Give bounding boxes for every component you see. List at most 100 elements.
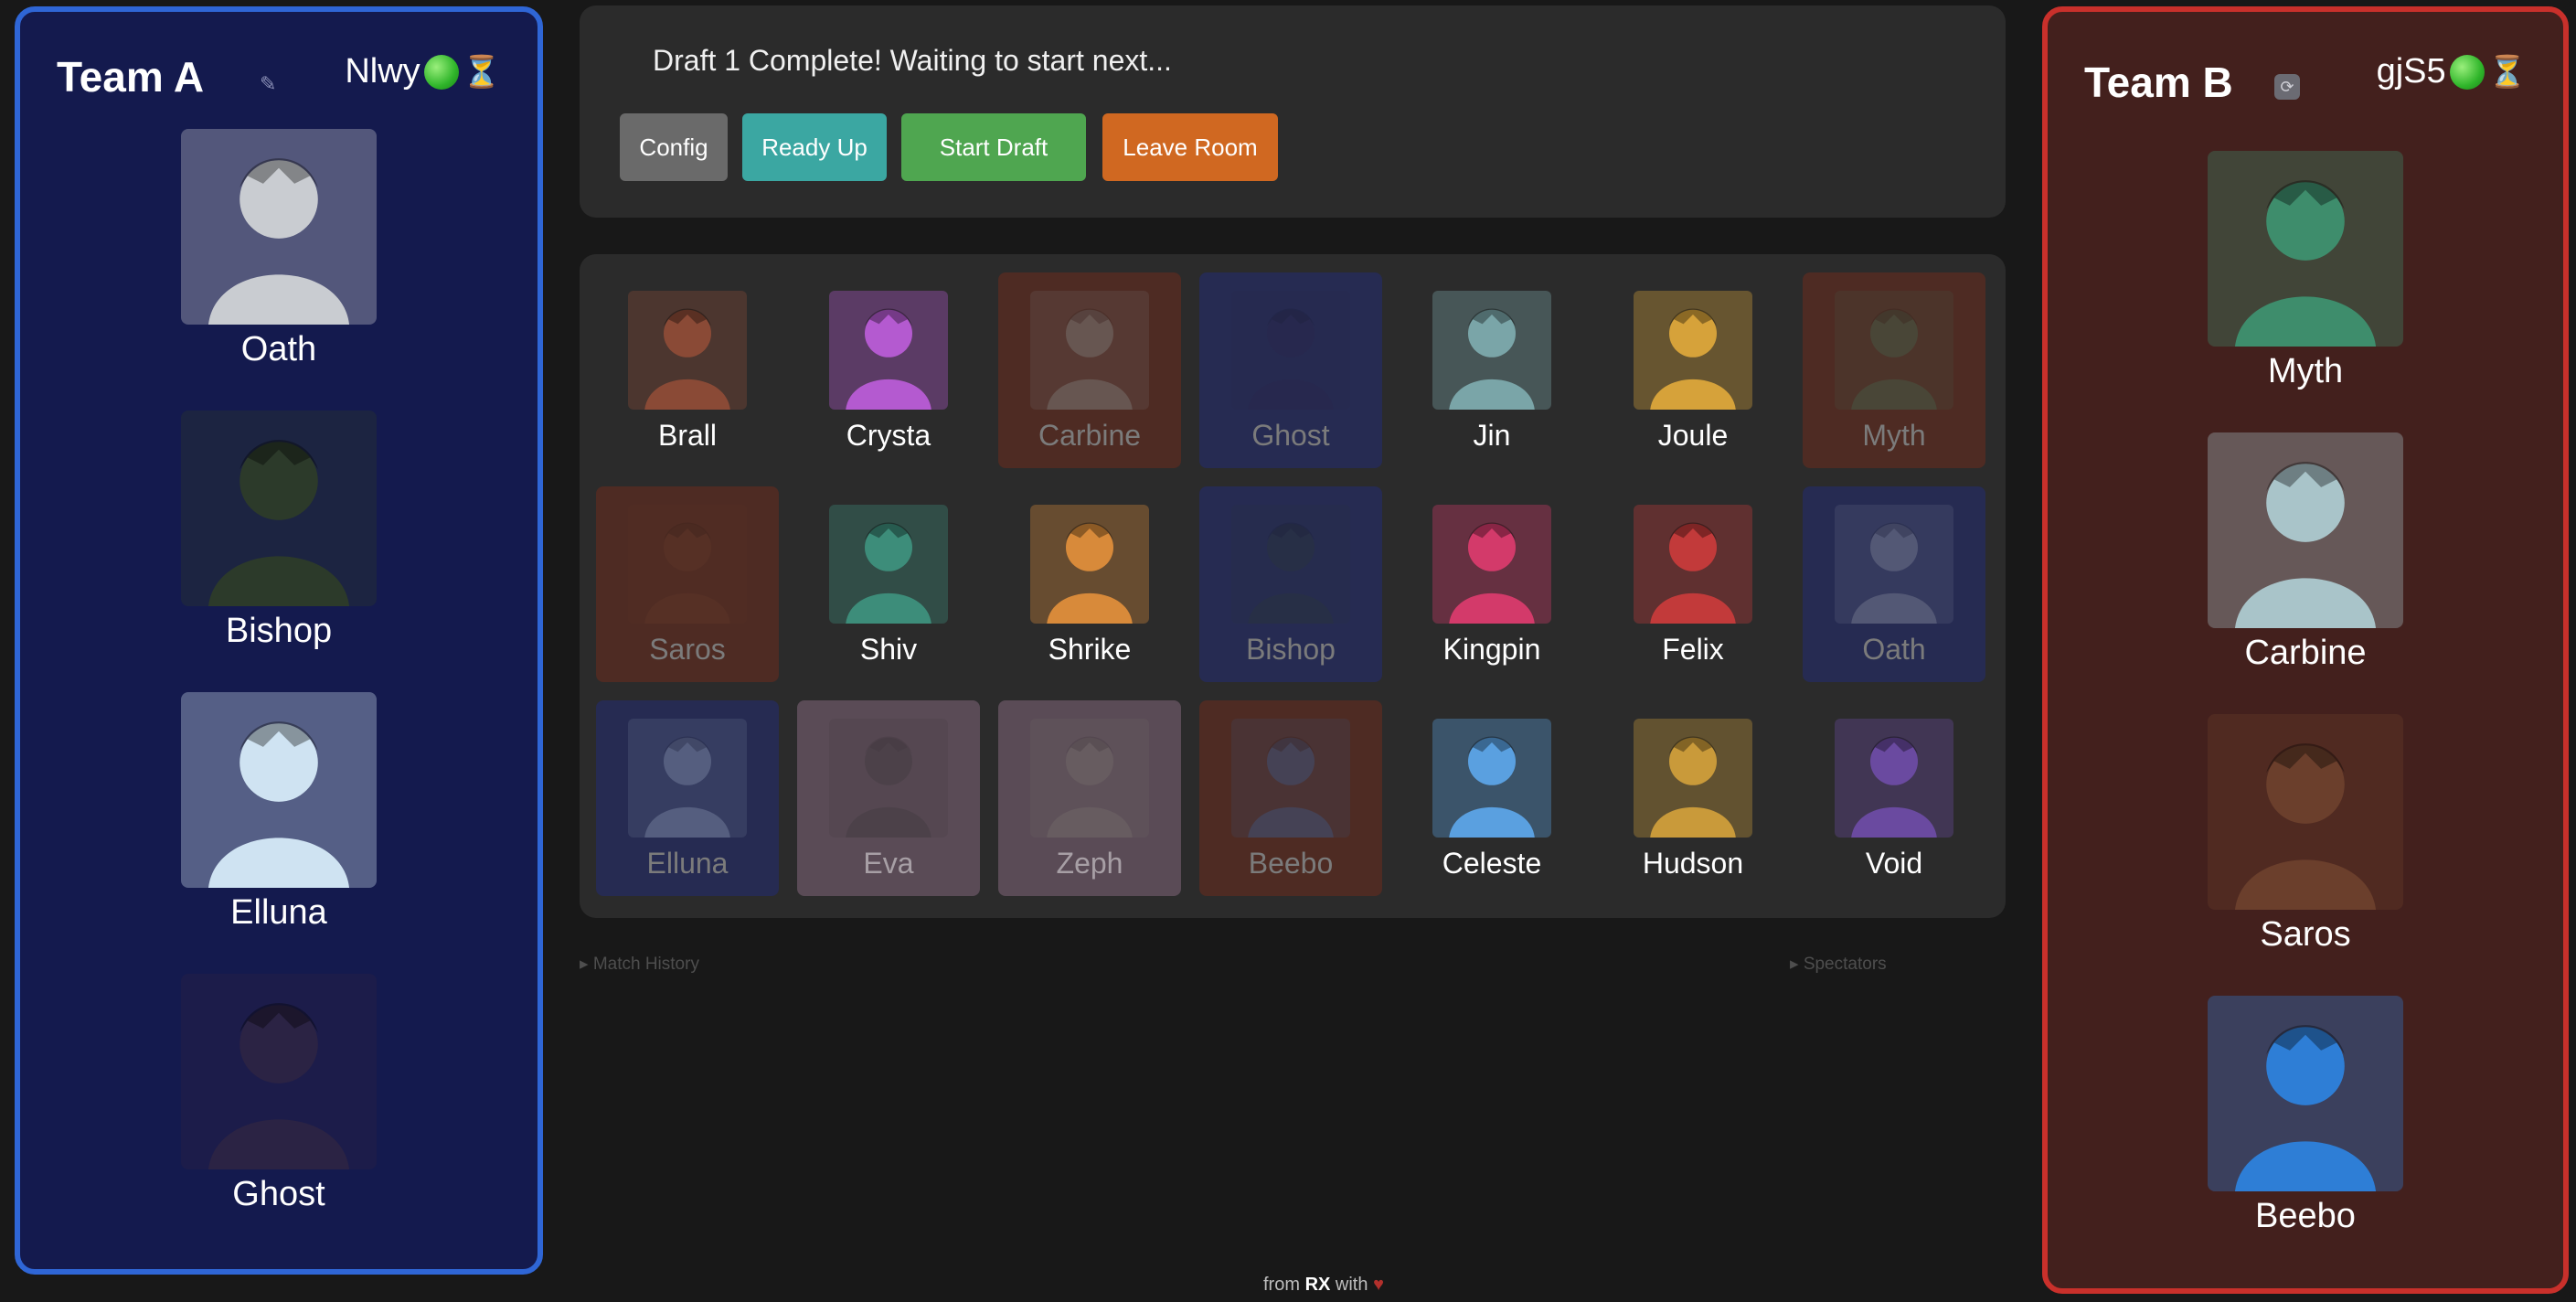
hero-name: Myth [1862,419,1926,452]
hero-portrait [829,505,948,624]
heart-icon: ♥ [1373,1275,1384,1295]
hero-tile-beebo[interactable]: Beebo [1199,700,1382,896]
hero-portrait [1432,291,1551,410]
footer-suffix: with [1335,1275,1368,1295]
hero-name: Carbine [1038,419,1142,452]
green-dot-icon [2449,54,2485,90]
hero-name: Shrike [1048,633,1132,666]
ready-up-button[interactable]: Ready Up [742,113,887,181]
hero-tile-void[interactable]: Void [1803,700,1985,896]
pick-name: Carbine [2244,634,2367,672]
hero-tile-carbine[interactable]: Carbine [998,272,1181,468]
hero-name: Bishop [1246,633,1336,666]
hero-name: Kingpin [1442,633,1541,666]
start-draft-button[interactable]: Start Draft [901,113,1086,181]
team-b-user: gjS5 ⏳ [2377,52,2527,91]
hero-name: Crysta [846,419,931,452]
hero-portrait [829,719,948,838]
team-a-header: Team A ✎ Nlwy ⏳ [57,52,501,116]
hero-portrait [1231,719,1350,838]
hero-name: Zeph [1056,847,1123,880]
team-b-panel: Team B ⟳ gjS5 ⏳ Myth Carbine Saros Beebo [2042,6,2569,1294]
hero-portrait [1231,505,1350,624]
hero-portrait [1231,291,1350,410]
hero-tile-oath[interactable]: Oath [1803,486,1985,682]
team-b-username: gjS5 [2376,52,2446,91]
hero-portrait [1835,291,1953,410]
hero-portrait [181,411,377,606]
hero-name: Saros [649,633,726,666]
hero-tile-eva[interactable]: Eva [797,700,980,896]
team-a-panel: Team A ✎ Nlwy ⏳ Oath Bishop Elluna Ghost [15,6,543,1275]
hero-portrait [628,291,747,410]
hero-name: Hudson [1642,847,1744,880]
hourglass-icon: ⏳ [462,54,501,90]
pick-name: Elluna [230,893,327,932]
team-a-pick: Ghost [142,974,416,1214]
hero-tile-crysta[interactable]: Crysta [797,272,980,468]
hero-portrait [1634,719,1752,838]
hero-tile-zeph[interactable]: Zeph [998,700,1181,896]
hero-tile-hudson[interactable]: Hudson [1602,700,1784,896]
hero-tile-shiv[interactable]: Shiv [797,486,980,682]
hero-tile-celeste[interactable]: Celeste [1400,700,1583,896]
hero-tile-brall[interactable]: Brall [596,272,779,468]
draft-status-text: Draft 1 Complete! Waiting to start next.… [653,44,1172,77]
hero-name: Eva [863,847,914,880]
hero-tile-bishop[interactable]: Bishop [1199,486,1382,682]
hero-portrait [628,719,747,838]
hero-portrait [829,291,948,410]
leave-room-button[interactable]: Leave Room [1102,113,1278,181]
pick-name: Ghost [232,1175,325,1213]
hero-tile-myth[interactable]: Myth [1803,272,1985,468]
footer-credit: from RX with ♥ [1263,1275,1384,1296]
hero-name: Celeste [1442,847,1542,880]
hero-portrait [1835,719,1953,838]
team-b-pick: Carbine [2168,432,2443,673]
team-b-name: Team B [2084,59,2233,106]
hero-tile-kingpin[interactable]: Kingpin [1400,486,1583,682]
hero-portrait [2208,151,2403,347]
team-b-pick: Beebo [2168,996,2443,1236]
footer-brand: RX [1304,1275,1331,1295]
hero-tile-elluna[interactable]: Elluna [596,700,779,896]
team-b-header: Team B ⟳ gjS5 ⏳ [2084,52,2527,122]
hero-portrait [1030,291,1149,410]
pick-name: Myth [2267,352,2344,390]
hero-name: Oath [1862,633,1926,666]
hero-tile-joule[interactable]: Joule [1602,272,1784,468]
hero-tile-jin[interactable]: Jin [1400,272,1583,468]
hero-name: Void [1865,847,1923,880]
hero-name: Brall [657,419,717,452]
hero-name: Beebo [1248,847,1334,880]
hero-portrait [2208,714,2403,910]
hero-portrait [1432,505,1551,624]
hero-grid: Brall Crysta Carbine Ghost Jin Joule Myth Saros… [580,254,2006,918]
green-dot-icon [423,54,459,90]
hero-tile-felix[interactable]: Felix [1602,486,1784,682]
hourglass-icon: ⏳ [2487,54,2527,90]
team-a-user: Nlwy ⏳ [345,52,501,91]
hero-portrait [1835,505,1953,624]
hero-tile-saros[interactable]: Saros [596,486,779,682]
pick-name: Bishop [225,612,333,650]
swap-icon[interactable]: ⟳ [2274,74,2300,100]
spectators-toggle[interactable]: ▸ Spectators [1790,954,1887,975]
team-b-pick: Saros [2168,714,2443,955]
hero-portrait [2208,996,2403,1191]
hero-tile-shrike[interactable]: Shrike [998,486,1181,682]
hero-tile-ghost[interactable]: Ghost [1199,272,1382,468]
team-a-name: Team A [57,53,205,101]
hero-portrait [1030,505,1149,624]
hero-name: Shiv [859,633,918,666]
hero-portrait [181,692,377,888]
hero-name: Jin [1473,419,1511,452]
team-a-username: Nlwy [345,52,420,91]
hero-portrait [181,974,377,1169]
pick-name: Beebo [2255,1197,2356,1235]
hero-name: Ghost [1251,419,1330,452]
match-history-toggle[interactable]: ▸ Match History [580,954,699,975]
team-b-pick: Myth [2168,151,2443,391]
pencil-icon[interactable]: ✎ [260,72,276,96]
config-button[interactable]: Config [620,113,728,181]
